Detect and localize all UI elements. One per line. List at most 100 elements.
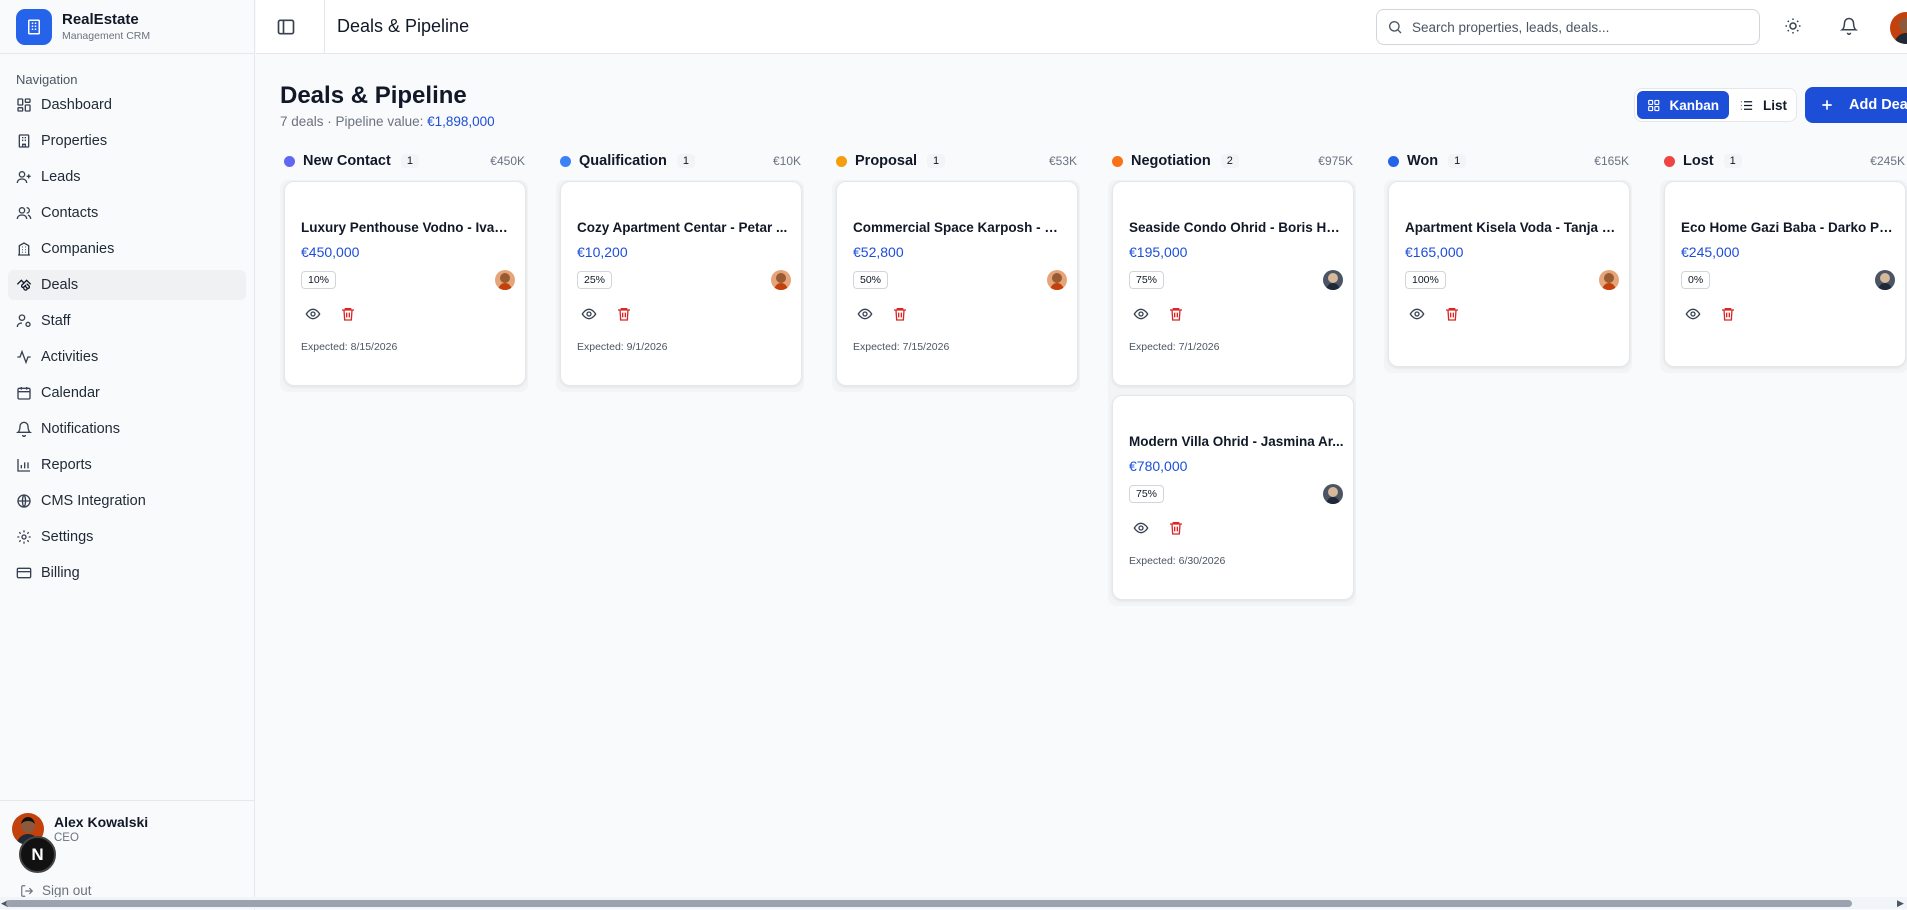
column-header: New Contact 1 €450K xyxy=(280,148,530,174)
notifications-button[interactable] xyxy=(1839,17,1860,37)
eye-icon[interactable] xyxy=(1133,306,1149,322)
kanban-view-button[interactable]: Kanban xyxy=(1637,91,1729,119)
column-total: €245K xyxy=(1870,154,1905,168)
sidebar-item-label: Staff xyxy=(41,313,71,329)
eye-icon[interactable] xyxy=(1133,520,1149,536)
deal-title: Luxury Penthouse Vodno - Ivan ... xyxy=(301,220,516,235)
sidebar-item-label: Leads xyxy=(41,169,81,185)
brand[interactable]: RealEstate Management CRM xyxy=(0,0,254,54)
sidebar-item-label: CMS Integration xyxy=(41,493,146,509)
column-header: Qualification 1 €10K xyxy=(556,148,806,174)
add-deal-button[interactable]: Add Deal xyxy=(1805,87,1907,123)
assignee-avatar xyxy=(1323,270,1343,290)
sidebar-item-properties[interactable]: Properties xyxy=(8,126,246,156)
sidebar-item-label: Activities xyxy=(41,349,99,365)
probability-badge: 75% xyxy=(1129,271,1165,289)
expected-date: Expected: 9/1/2026 xyxy=(577,341,668,353)
sidebar-item-leads[interactable]: Leads xyxy=(8,162,246,192)
deal-card[interactable]: Eco Home Gazi Baba - Darko Pet... €245,00… xyxy=(1664,181,1906,367)
trash-icon[interactable] xyxy=(1444,306,1460,322)
kanban-column: Qualification 1 €10K Cozy Apartment Centar … xyxy=(556,148,806,392)
list-view-button[interactable]: List xyxy=(1729,91,1797,119)
trash-icon[interactable] xyxy=(892,306,908,322)
sidebar-item-billing[interactable]: Billing xyxy=(8,558,246,588)
card-actions xyxy=(305,306,375,322)
column-body: Cozy Apartment Centar - Petar ... €10,200… xyxy=(556,180,804,392)
column-body: Eco Home Gazi Baba - Darko Pet... €245,00… xyxy=(1660,180,1907,373)
deal-amount: €10,200 xyxy=(577,244,628,260)
assignee-avatar xyxy=(771,270,791,290)
eye-icon[interactable] xyxy=(305,306,321,322)
trash-icon[interactable] xyxy=(340,306,356,322)
topbar-title: Deals & Pipeline xyxy=(337,16,470,36)
eye-icon[interactable] xyxy=(857,306,873,322)
sidebar-item-deals[interactable]: Deals xyxy=(8,270,246,300)
sidebar-item-calendar[interactable]: Calendar xyxy=(8,378,246,408)
trash-icon[interactable] xyxy=(1720,306,1736,322)
horizontal-scrollbar[interactable]: ◀ ▶ xyxy=(0,897,1907,909)
sidebar-item-notifications[interactable]: Notifications xyxy=(8,414,246,444)
page-subtitle: 7 deals · Pipeline value: €1,898,000 xyxy=(280,114,495,129)
column-header: Won 1 €165K xyxy=(1384,148,1634,174)
eye-icon[interactable] xyxy=(581,306,597,322)
sidebar-item-companies[interactable]: Companies xyxy=(8,234,246,264)
eye-icon[interactable] xyxy=(1685,306,1701,322)
deal-amount: €450,000 xyxy=(301,244,360,260)
user-avatar-button[interactable] xyxy=(1890,12,1907,44)
scrollbar-thumb[interactable] xyxy=(6,900,1852,907)
sidebar-item-label: Contacts xyxy=(41,205,99,221)
deal-card[interactable]: Seaside Condo Ohrid - Boris Hri... €195,0… xyxy=(1112,181,1354,386)
handshake-icon xyxy=(16,279,32,291)
deal-title: Cozy Apartment Centar - Petar ... xyxy=(577,220,788,235)
assignee-avatar xyxy=(495,270,515,290)
sidebar-item-settings[interactable]: Settings xyxy=(8,522,246,552)
deal-amount: €165,000 xyxy=(1405,244,1464,260)
sun-icon xyxy=(1785,18,1801,34)
eye-icon[interactable] xyxy=(1409,306,1425,322)
column-total: €975K xyxy=(1318,154,1353,168)
column-header: Proposal 1 €53K xyxy=(832,148,1082,174)
column-title: Won xyxy=(1407,153,1439,169)
sidebar-item-activities[interactable]: Activities xyxy=(8,342,246,372)
sidebar-item-cms-integration[interactable]: CMS Integration xyxy=(8,486,246,516)
scroll-right-arrow[interactable]: ▶ xyxy=(1897,898,1904,909)
column-body: Apartment Kisela Voda - Tanja N... €165,0… xyxy=(1384,180,1632,373)
deal-amount: €245,000 xyxy=(1681,244,1740,260)
search-box[interactable] xyxy=(1376,9,1760,45)
credit-card-icon xyxy=(16,567,32,579)
kanban-label: Kanban xyxy=(1669,97,1719,113)
column-count: 1 xyxy=(400,154,419,168)
deal-title: Modern Villa Ohrid - Jasmina Ar... xyxy=(1129,434,1344,449)
sidebar-item-dashboard[interactable]: Dashboard xyxy=(8,90,246,120)
sidebar-item-contacts[interactable]: Contacts xyxy=(8,198,246,228)
trash-icon[interactable] xyxy=(616,306,632,322)
deal-card[interactable]: Apartment Kisela Voda - Tanja N... €165,0… xyxy=(1388,181,1630,367)
sidebar-item-label: Companies xyxy=(41,241,115,257)
sidebar-item-reports[interactable]: Reports xyxy=(8,450,246,480)
column-count: 1 xyxy=(1723,154,1742,168)
stage-dot xyxy=(836,155,847,167)
dev-tools-badge[interactable]: N xyxy=(19,836,56,873)
page-title: Deals & Pipeline xyxy=(280,82,467,109)
dashboard-icon xyxy=(17,98,31,112)
sidebar-toggle-button[interactable] xyxy=(276,17,296,37)
deal-card[interactable]: Modern Villa Ohrid - Jasmina Ar... €780,0… xyxy=(1112,395,1354,600)
deal-card[interactable]: Cozy Apartment Centar - Petar ... €10,200… xyxy=(560,181,802,386)
bell-icon xyxy=(1839,17,1859,35)
deal-title: Commercial Space Karposh - Ma... xyxy=(853,220,1068,235)
column-total: €165K xyxy=(1594,154,1629,168)
sidebar-item-staff[interactable]: Staff xyxy=(8,306,246,336)
trash-icon[interactable] xyxy=(1168,520,1184,536)
card-actions xyxy=(1685,306,1755,322)
deal-card[interactable]: Commercial Space Karposh - Ma... €52,800 5… xyxy=(836,181,1078,386)
brand-subtitle: Management CRM xyxy=(62,30,151,42)
user-plus-icon xyxy=(16,171,31,184)
gear-icon xyxy=(17,530,31,544)
trash-icon[interactable] xyxy=(1168,306,1184,322)
search-input[interactable] xyxy=(1412,19,1732,35)
theme-toggle-button[interactable] xyxy=(1784,17,1804,37)
deal-amount: €780,000 xyxy=(1129,458,1188,474)
deal-card[interactable]: Luxury Penthouse Vodno - Ivan ... €450,00… xyxy=(284,181,526,386)
sign-out-button[interactable]: Sign out xyxy=(20,883,92,898)
search-icon xyxy=(1389,21,1402,34)
